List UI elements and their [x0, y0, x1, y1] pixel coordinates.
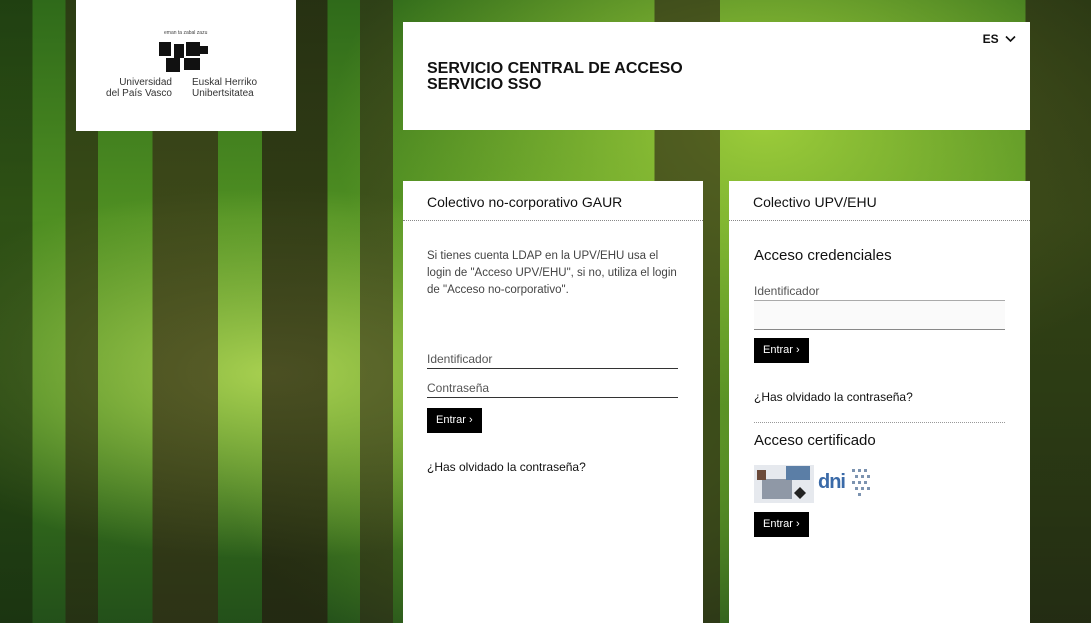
identificador-input[interactable] [754, 300, 1005, 330]
entrar-button[interactable]: Entrar › [754, 338, 809, 363]
credentials-heading: Acceso credenciales [754, 247, 892, 264]
chevron-right-icon: › [469, 414, 473, 426]
certificate-entrar-button[interactable]: Entrar › [754, 512, 809, 537]
university-logo[interactable]: eman ta zabal zazu Universidad del País … [76, 0, 296, 131]
entrar-button[interactable]: Entrar › [427, 408, 482, 433]
upv-ehu-login-panel: Colectivo UPV/EHU Acceso credenciales Id… [729, 181, 1030, 623]
forgot-password-link[interactable]: ¿Has olvidado la contraseña? [754, 390, 913, 404]
language-selector[interactable]: ES [983, 32, 1016, 46]
digital-certificate-icon [754, 465, 814, 503]
gaur-login-panel: Colectivo no-corporativo GAUR Si tienes … [403, 181, 703, 623]
logo-text-spanish: Universidad del País Vasco [106, 77, 172, 99]
chevron-right-icon: › [796, 344, 800, 356]
panel-title: Colectivo UPV/EHU [729, 181, 1030, 221]
dni-logo-text: dni [818, 471, 846, 493]
divider [754, 422, 1005, 423]
page-title: SERVICIO CENTRAL DE ACCESO SERVICIO SSO [427, 60, 683, 93]
forgot-password-link[interactable]: ¿Has olvidado la contraseña? [427, 460, 586, 474]
university-emblem-icon [159, 42, 208, 72]
logo-text-basque: Euskal Herriko Unibertsitatea [192, 77, 258, 99]
header: SERVICIO CENTRAL DE ACCESO SERVICIO SSO … [403, 22, 1030, 130]
ldap-note: Si tienes cuenta LDAP en la UPV/EHU usa … [427, 250, 677, 296]
certificate-options[interactable]: dni [754, 465, 872, 503]
logo-tagline: eman ta zabal zazu [164, 30, 208, 36]
dnie-pattern-icon [852, 469, 870, 496]
password-field[interactable]: Contraseña [427, 381, 678, 398]
chevron-right-icon: › [796, 518, 800, 530]
identificador-label: Identificador [754, 284, 820, 298]
certificate-heading: Acceso certificado [754, 432, 876, 449]
identificador-field[interactable]: Identificador [427, 352, 678, 369]
panel-title: Colectivo no-corporativo GAUR [403, 181, 703, 221]
chevron-down-icon [1005, 35, 1016, 43]
